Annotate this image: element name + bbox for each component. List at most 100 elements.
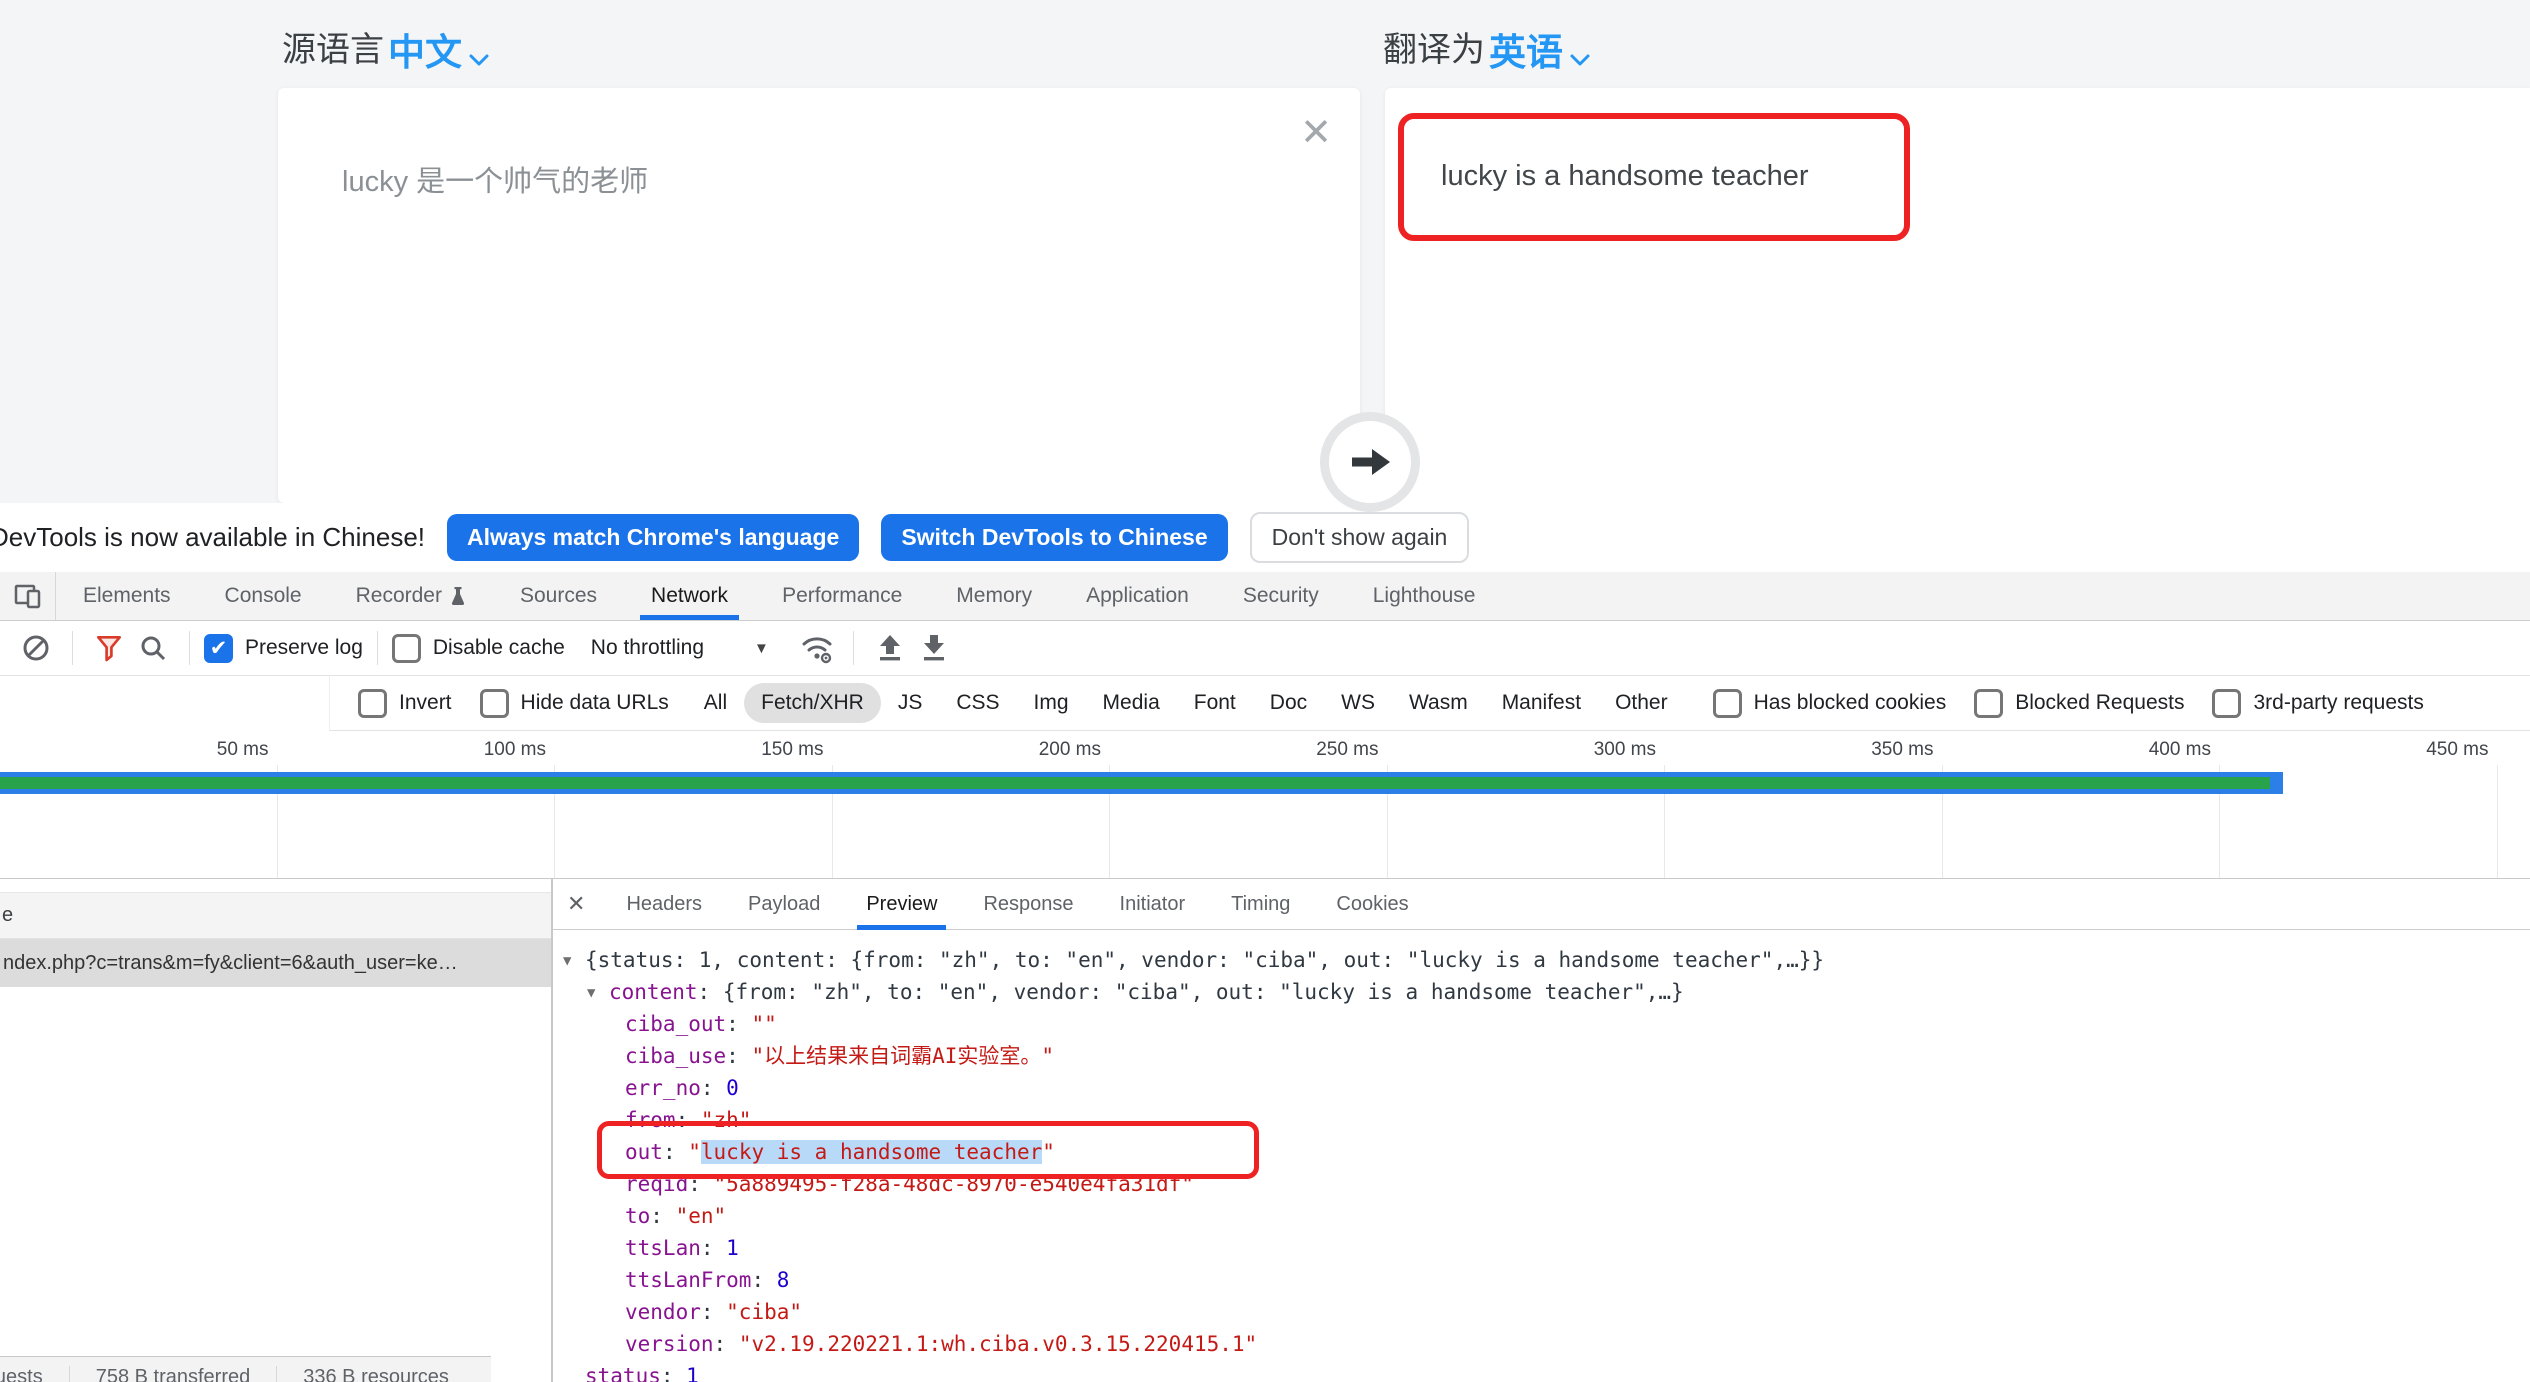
- source-language-selector[interactable]: 中文: [388, 34, 462, 71]
- expand-arrow-icon[interactable]: ▼: [563, 945, 585, 977]
- request-type-filter[interactable]: All: [687, 683, 744, 723]
- third-party-requests-label[interactable]: 3rd-party requests: [2253, 691, 2423, 715]
- request-type-filter[interactable]: Other: [1598, 683, 1685, 723]
- tab-security[interactable]: Security: [1216, 572, 1346, 620]
- request-type-filter[interactable]: JS: [881, 683, 940, 723]
- chevron-down-icon[interactable]: [468, 53, 490, 67]
- json-property-row[interactable]: version: "v2.19.220221.1:wh.ciba.v0.3.15…: [563, 1328, 2530, 1360]
- request-type-filter[interactable]: Wasm: [1392, 683, 1485, 723]
- request-type-filter[interactable]: CSS: [939, 683, 1016, 723]
- tab-network[interactable]: Network: [624, 572, 755, 620]
- network-filter-bar: Invert Hide data URLs AllFetch/XHRJSCSSI…: [0, 676, 2530, 731]
- json-property-row[interactable]: ciba_use: "以上结果来自词霸AI实验室。": [563, 1040, 2530, 1072]
- detail-tab[interactable]: Cookies: [1313, 879, 1431, 930]
- dont-show-again-button[interactable]: Don't show again: [1250, 512, 1470, 563]
- json-property-rows: ciba_out: ""ciba_use: "以上结果来自词霸AI实验室。"er…: [563, 1008, 2530, 1136]
- network-conditions-button[interactable]: [795, 631, 839, 665]
- throttling-select[interactable]: No throttling: [591, 636, 704, 660]
- divider: [72, 631, 73, 665]
- request-row-selected[interactable]: ndex.php?c=trans&m=fy&client=6&auth_user…: [0, 939, 551, 987]
- tab-application[interactable]: Application: [1059, 572, 1216, 620]
- tab-elements[interactable]: Elements: [56, 572, 198, 620]
- timeline-tick-label: 100 ms: [484, 739, 546, 761]
- tab-memory[interactable]: Memory: [929, 572, 1059, 620]
- detail-tab[interactable]: Timing: [1208, 879, 1313, 930]
- timeline-tick-label: 250 ms: [1316, 739, 1378, 761]
- export-har-button[interactable]: [912, 632, 956, 664]
- invert-label[interactable]: Invert: [399, 691, 452, 715]
- detail-tab[interactable]: Headers: [603, 879, 725, 930]
- preserve-log-label[interactable]: Preserve log: [245, 636, 363, 660]
- invert-checkbox[interactable]: [358, 689, 387, 718]
- json-content-row[interactable]: ▼content: {from: "zh", to: "en", vendor:…: [563, 976, 2530, 1008]
- json-property-row[interactable]: vendor: "ciba": [563, 1296, 2530, 1328]
- json-out-row[interactable]: out: "lucky is a handsome teacher": [563, 1136, 2530, 1168]
- request-type-filter[interactable]: WS: [1324, 683, 1392, 723]
- source-text-panel[interactable]: lucky 是一个帅气的老师 ✕: [278, 88, 1360, 503]
- expand-arrow-icon[interactable]: ▼: [587, 977, 609, 1009]
- search-button[interactable]: [131, 633, 175, 663]
- detail-tab[interactable]: Initiator: [1097, 879, 1209, 930]
- json-property-row[interactable]: reqid: "5a889495-f28a-48dc-8970-e540e4fa…: [563, 1168, 2530, 1200]
- source-language-header: 源语言中文: [282, 22, 490, 71]
- chevron-down-icon[interactable]: [1569, 53, 1591, 67]
- disable-cache-label[interactable]: Disable cache: [433, 636, 565, 660]
- json-status-row[interactable]: status: 1: [563, 1360, 2530, 1382]
- json-preview-tree: ▼{status: 1, content: {from: "zh", to: "…: [553, 930, 2530, 1382]
- tab-recorder[interactable]: Recorder: [329, 572, 493, 620]
- request-type-filter[interactable]: Manifest: [1485, 683, 1598, 723]
- detail-tab[interactable]: Preview: [843, 879, 960, 930]
- import-har-button[interactable]: [868, 632, 912, 664]
- request-type-filters: AllFetch/XHRJSCSSImgMediaFontDocWSWasmMa…: [687, 683, 1685, 723]
- always-match-language-button[interactable]: Always match Chrome's language: [447, 514, 859, 561]
- close-detail-button[interactable]: ✕: [553, 879, 603, 929]
- has-blocked-cookies-checkbox[interactable]: [1713, 689, 1742, 718]
- request-type-filter[interactable]: Font: [1177, 683, 1253, 723]
- filter-input[interactable]: [0, 676, 330, 731]
- overview-activity-bar-inner: [0, 777, 2270, 789]
- request-type-filter[interactable]: Fetch/XHR: [744, 683, 881, 723]
- request-type-filter[interactable]: Media: [1086, 683, 1177, 723]
- json-property-row[interactable]: ttsLan: 1: [563, 1232, 2530, 1264]
- detail-tab[interactable]: Payload: [725, 879, 843, 930]
- detail-tab[interactable]: Response: [960, 879, 1096, 930]
- tab-console[interactable]: Console: [198, 572, 329, 620]
- network-overview-timeline[interactable]: 50 ms100 ms150 ms200 ms250 ms300 ms350 m…: [0, 731, 2530, 879]
- switch-devtools-chinese-button[interactable]: Switch DevTools to Chinese: [881, 514, 1227, 561]
- close-icon[interactable]: ✕: [1300, 114, 1332, 152]
- target-language-header: 翻译为英语: [1383, 22, 1591, 71]
- tab-sources[interactable]: Sources: [493, 572, 624, 620]
- translate-arrow-button[interactable]: [1320, 412, 1420, 512]
- devtools-panel: DevTools is now available in Chinese! Al…: [0, 503, 2530, 1382]
- overview-activity-bar: [0, 772, 2283, 794]
- json-property-row[interactable]: err_no: 0: [563, 1072, 2530, 1104]
- toggle-device-toolbar-button[interactable]: [0, 572, 56, 620]
- preserve-log-checkbox[interactable]: ✔: [204, 634, 233, 663]
- disable-cache-checkbox[interactable]: [392, 634, 421, 663]
- target-language-selector[interactable]: 英语: [1489, 34, 1563, 71]
- source-text[interactable]: lucky 是一个帅气的老师: [342, 158, 648, 200]
- hide-data-urls-label[interactable]: Hide data URLs: [521, 691, 669, 715]
- json-property-row[interactable]: to: "en": [563, 1200, 2530, 1232]
- resources-size: 336 B resources: [277, 1366, 475, 1382]
- json-property-row[interactable]: ciba_out: "": [563, 1008, 2530, 1040]
- request-type-filter[interactable]: Img: [1017, 683, 1086, 723]
- clear-network-log-button[interactable]: [14, 633, 58, 663]
- filter-toggle-button[interactable]: [87, 632, 131, 664]
- json-root-row[interactable]: ▼{status: 1, content: {from: "zh", to: "…: [563, 944, 2530, 976]
- tab-performance[interactable]: Performance: [755, 572, 929, 620]
- json-property-row[interactable]: ttsLanFrom: 8: [563, 1264, 2530, 1296]
- check-icon: ✔: [210, 636, 228, 661]
- third-party-requests-checkbox[interactable]: [2212, 689, 2241, 718]
- timeline-column: 300 ms: [1388, 731, 1666, 878]
- network-status-bar: requests 758 B transferred 336 B resourc…: [0, 1356, 491, 1382]
- blocked-requests-label[interactable]: Blocked Requests: [2015, 691, 2184, 715]
- hide-data-urls-checkbox[interactable]: [480, 689, 509, 718]
- blocked-requests-checkbox[interactable]: [1974, 689, 2003, 718]
- json-property-row[interactable]: from: "zh": [563, 1104, 2530, 1136]
- dropdown-arrow-icon[interactable]: ▼: [754, 640, 769, 657]
- tab-lighthouse[interactable]: Lighthouse: [1346, 572, 1503, 620]
- has-blocked-cookies-label[interactable]: Has blocked cookies: [1754, 691, 1947, 715]
- request-type-filter[interactable]: Doc: [1253, 683, 1324, 723]
- request-list-header[interactable]: e: [0, 892, 551, 939]
